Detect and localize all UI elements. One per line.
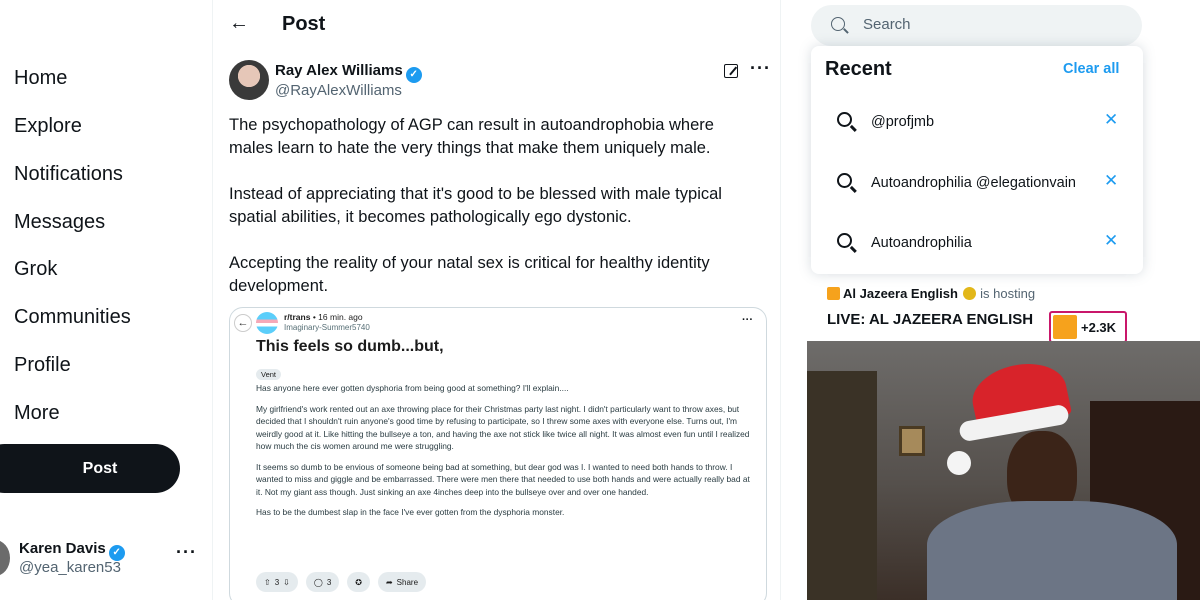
more-icon[interactable]: ···: [176, 542, 197, 563]
recent-search-label: Autoandrophilia @elegationvain: [871, 175, 1076, 191]
account-switcher[interactable]: Karen Davis ✓ @yea_karen53 ···: [0, 538, 200, 582]
recent-title: Recent: [825, 58, 892, 80]
tweet-paragraph: The psychopathology of AGP can result in…: [229, 116, 714, 157]
recent-search-item[interactable]: Autoandrophilia ✕: [811, 213, 1143, 273]
author-avatar[interactable]: [229, 60, 269, 100]
search-icon: [831, 17, 845, 31]
comment-count: 3: [326, 577, 332, 587]
post-title: This feels so dumb...but,: [256, 338, 444, 355]
subreddit-name: r/trans: [284, 312, 311, 322]
search-icon: [837, 233, 852, 248]
picture-frame: [899, 426, 925, 456]
vote-pill: ⇧ 3 ⇩: [256, 572, 298, 592]
main-column: ← Post Ray Alex Williams ✓ @RayAlexWillia…: [212, 0, 781, 600]
flair-badge: Vent: [256, 369, 282, 380]
comments-pill: ◯ 3: [305, 572, 340, 592]
account-handle: @yea_karen53: [19, 559, 121, 576]
close-icon[interactable]: ✕: [1104, 171, 1118, 191]
nav-notifications[interactable]: Notifications: [14, 163, 123, 186]
search-icon: [837, 112, 852, 127]
tweet-paragraph: Instead of appreciating that it's good t…: [229, 185, 722, 226]
nav-explore[interactable]: Explore: [14, 115, 82, 138]
post-paragraph: It seems so dumb to be envious of someon…: [256, 461, 750, 497]
account-name: Karen Davis: [19, 540, 106, 557]
recent-search-item[interactable]: Autoandrophilia @elegationvain ✕: [811, 153, 1143, 213]
award-icon: ✪: [355, 577, 362, 587]
share-icon: ➦: [385, 577, 393, 587]
recent-search-item[interactable]: @profjmb ✕: [811, 92, 1143, 152]
comment-icon: ◯: [313, 577, 323, 587]
space-host[interactable]: Al Jazeera English is hosting: [827, 286, 1035, 301]
embedded-image[interactable]: ← r/trans • 16 min. ago Imaginary-Summer…: [229, 307, 767, 600]
tweet-text: The psychopathology of AGP can result in…: [229, 114, 749, 321]
page-title: Post: [282, 13, 326, 35]
nav-more[interactable]: More: [14, 402, 60, 425]
clear-all-button[interactable]: Clear all: [1063, 61, 1119, 77]
search-input[interactable]: [863, 16, 1123, 33]
left-sidebar: Home Explore Notifications Messages Grok…: [0, 0, 212, 600]
back-arrow-icon: ←: [234, 314, 252, 332]
post-paragraph: Has to be the dumbest slap in the face I…: [256, 507, 565, 517]
author-handle[interactable]: @RayAlexWilliams: [275, 82, 402, 99]
share-label: Share: [396, 577, 419, 587]
recent-searches-dropdown: Recent Clear all @profjmb ✕ Autoandrophi…: [811, 46, 1143, 274]
verified-icon: ✓: [405, 67, 422, 83]
recent-search-label: @profjmb: [871, 114, 935, 130]
upvote-icon: ⇧: [264, 577, 271, 587]
share-pill: ➦ Share: [377, 572, 427, 592]
post-paragraph: Has anyone here ever gotten dysphoria fr…: [256, 383, 569, 393]
app-root: Home Explore Notifications Messages Grok…: [0, 0, 1200, 600]
search-bar[interactable]: [811, 5, 1142, 46]
recent-search-label: Autoandrophilia: [871, 235, 972, 251]
space-title[interactable]: LIVE: AL JAZEERA ENGLISH: [827, 311, 1033, 328]
post-time: • 16 min. ago: [312, 312, 363, 322]
post-user: Imaginary-Summer5740: [284, 323, 370, 332]
tweet-paragraph: Accepting the reality of your natal sex …: [229, 254, 710, 295]
close-icon[interactable]: ✕: [1104, 231, 1118, 251]
more-icon[interactable]: ···: [750, 58, 771, 79]
vote-count: 3: [274, 577, 280, 587]
subreddit-icon: [256, 312, 278, 334]
post-actions: ⇧ 3 ⇩ ◯ 3 ✪ ➦ Share: [256, 572, 427, 592]
more-icon: ···: [742, 314, 753, 326]
nav-grok[interactable]: Grok: [14, 258, 57, 281]
nav-communities[interactable]: Communities: [14, 306, 131, 329]
nav-profile[interactable]: Profile: [14, 354, 71, 377]
post-paragraph: My girlfriend's work rented out an axe t…: [256, 403, 750, 452]
listener-count-label: +2.3K: [1081, 319, 1117, 335]
post-body: Has anyone here ever gotten dysphoria fr…: [256, 382, 750, 527]
verified-icon: [962, 287, 976, 300]
webcam-overlay: [807, 341, 1200, 600]
listener-avatar-icon: [1053, 315, 1077, 339]
search-icon: [837, 173, 852, 188]
post-button[interactable]: Post: [0, 444, 180, 493]
aljazeera-logo-icon: [827, 287, 840, 300]
host-name: Al Jazeera English: [843, 286, 958, 301]
edit-icon[interactable]: [724, 64, 738, 78]
listener-count[interactable]: +2.3K: [1049, 311, 1127, 343]
author-name[interactable]: Ray Alex Williams: [275, 62, 403, 79]
downvote-icon: ⇩: [283, 577, 290, 587]
nav-home[interactable]: Home: [14, 67, 67, 90]
award-pill: ✪: [347, 572, 370, 592]
nav-messages[interactable]: Messages: [14, 211, 105, 234]
account-avatar: [0, 540, 10, 576]
close-icon[interactable]: ✕: [1104, 110, 1118, 130]
host-suffix: is hosting: [980, 286, 1036, 301]
back-arrow-icon[interactable]: ←: [229, 12, 249, 35]
